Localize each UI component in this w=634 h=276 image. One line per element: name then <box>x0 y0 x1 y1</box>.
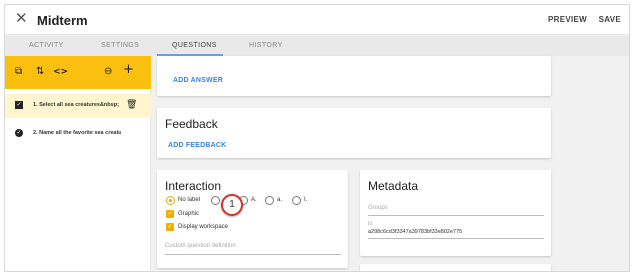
input-underline <box>368 238 544 239</box>
code-icon[interactable]: <> <box>53 67 68 77</box>
metadata-title: Metadata <box>368 179 419 193</box>
radio-option-2[interactable] <box>211 196 220 205</box>
page-title: Midterm <box>37 13 88 28</box>
input-underline <box>165 254 341 255</box>
question-label: 1. Select all sea creatures&nbsp; <box>33 102 119 108</box>
top-bar: ✕ Midterm PREVIEW SAVE <box>5 5 629 35</box>
checkbox-label: Graphic <box>178 211 200 217</box>
id-label: id <box>368 221 372 227</box>
add-feedback-link[interactable]: ADD FEEDBACK <box>168 142 226 149</box>
feedback-title: Feedback <box>165 117 218 131</box>
id-value: a298c6cd3f3347a39783bf33e802e775 <box>368 229 463 235</box>
groups-input[interactable]: Groups <box>368 205 388 211</box>
radio-label: A. <box>251 197 257 203</box>
feedback-card: Feedback ADD FEEDBACK <box>157 108 551 158</box>
tab-bar: ACTIVITY SETTINGS QUESTIONS HISTORY <box>5 36 629 56</box>
display-workspace-checkbox[interactable]: ✓ <box>166 223 174 231</box>
list-item[interactable]: ✓ 2. Name all the favorite sea creatures <box>5 122 151 146</box>
app-window: ✕ Midterm PREVIEW SAVE ACTIVITY SETTINGS… <box>4 4 630 272</box>
input-underline <box>368 215 544 216</box>
main-content: ADD ANSWER Feedback ADD FEEDBACK Interac… <box>152 56 629 271</box>
tab-questions[interactable]: QUESTIONS <box>172 42 217 49</box>
interaction-title: Interaction <box>165 179 222 193</box>
tab-activity[interactable]: ACTIVITY <box>29 42 64 49</box>
radio-option-roman[interactable] <box>292 196 301 205</box>
answers-card: ADD ANSWER <box>157 56 551 96</box>
next-card <box>360 264 551 271</box>
add-answer-link[interactable]: ADD ANSWER <box>173 77 223 84</box>
radio-label: I. <box>304 197 308 203</box>
question-label: 2. Name all the favorite sea creatures <box>33 130 121 136</box>
metadata-card: Metadata Groups id a298c6cd3f3347a39783b… <box>360 170 551 256</box>
radio-option-lower-letter[interactable] <box>265 196 274 205</box>
check-circle-icon: ✓ <box>15 129 23 137</box>
radio-label: a. <box>277 197 283 203</box>
tab-settings[interactable]: SETTINGS <box>101 42 139 49</box>
reorder-icon[interactable]: ⇅ <box>36 67 44 77</box>
radio-no-label[interactable] <box>166 196 175 205</box>
step-badge: 1 <box>221 194 243 216</box>
add-icon[interactable]: + <box>123 63 134 76</box>
link-icon[interactable]: ⊖ <box>104 67 112 77</box>
tab-history[interactable]: HISTORY <box>249 42 283 49</box>
close-icon[interactable]: ✕ <box>15 11 28 27</box>
sidebar-toolbar: ⧉ ⇅ <> ⊖ + <box>5 56 151 89</box>
list-item[interactable]: ✓ 1. Select all sea creatures&nbsp; 🗑 <box>5 94 151 118</box>
preview-button[interactable]: PREVIEW <box>548 15 587 24</box>
checkbox-icon[interactable]: ✓ <box>15 101 23 109</box>
graphic-checkbox[interactable]: ✓ <box>166 210 174 218</box>
interaction-card: Interaction No label A. a. I. ✓ Graphic … <box>157 170 348 268</box>
radio-label: No label <box>178 197 201 203</box>
preview-icon[interactable]: ⧉ <box>15 67 22 77</box>
question-sidebar: ⧉ ⇅ <> ⊖ + ✓ 1. Select all sea creatures… <box>5 56 151 271</box>
custom-question-input[interactable]: Custom question definition <box>165 243 236 249</box>
trash-icon[interactable]: 🗑 <box>126 100 137 110</box>
save-button[interactable]: SAVE <box>599 15 621 24</box>
checkbox-label: Display workspace <box>178 224 229 230</box>
